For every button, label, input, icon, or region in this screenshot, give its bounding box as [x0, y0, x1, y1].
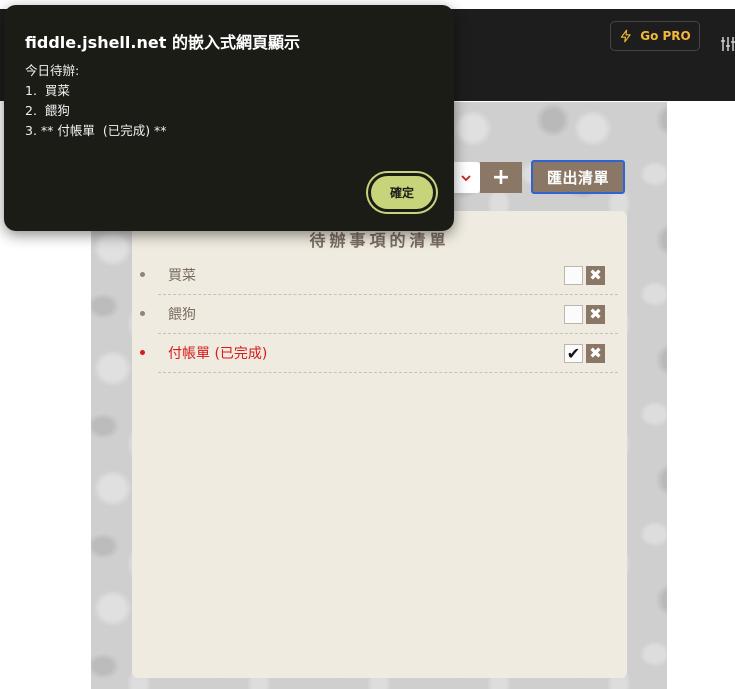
done-checkbox[interactable]	[564, 305, 583, 324]
dialog-line: 2. 餵狗	[25, 103, 70, 118]
todo-list-panel: 待辦事項的清單 買菜 ✖ 餵狗 ✖ 付帳單 (已完成) ✔ ✖	[132, 211, 627, 678]
delete-icon[interactable]: ✖	[586, 266, 605, 285]
export-list-button[interactable]: 匯出清單	[531, 160, 625, 194]
todo-item-label: 餵狗	[168, 307, 196, 323]
category-select[interactable]	[452, 162, 480, 193]
add-item-button[interactable]: +	[480, 162, 522, 193]
go-pro-button[interactable]: Go PRO	[610, 21, 700, 51]
todo-item: 買菜 ✖	[140, 256, 618, 295]
settings-sliders-icon[interactable]	[720, 36, 735, 52]
delete-icon[interactable]: ✖	[586, 344, 605, 363]
bullet-icon	[140, 272, 145, 277]
dialog-message: 今日待辦: 1. 買菜 2. 餵狗 3. ** 付帳單 (已完成) **	[25, 61, 167, 141]
todo-item: 付帳單 (已完成) ✔ ✖	[140, 334, 618, 373]
done-checkbox[interactable]	[564, 266, 583, 285]
bullet-icon	[140, 311, 145, 316]
go-pro-label: Go PRO	[640, 29, 691, 43]
alert-dialog: fiddle.jshell.net 的嵌入式網頁顯示 今日待辦: 1. 買菜 2…	[4, 5, 454, 231]
todo-item-label: 買菜	[168, 268, 196, 284]
todo-item-label: 付帳單 (已完成)	[168, 346, 268, 362]
chevron-down-icon	[461, 174, 471, 181]
delete-icon[interactable]: ✖	[586, 305, 605, 324]
bullet-icon	[140, 350, 145, 355]
done-checkbox[interactable]: ✔	[564, 344, 583, 363]
dialog-line: 3. ** 付帳單 (已完成) **	[25, 123, 167, 138]
ok-button[interactable]: 確定	[368, 173, 436, 212]
dialog-title: fiddle.jshell.net 的嵌入式網頁顯示	[25, 33, 300, 52]
lightning-icon	[620, 29, 631, 43]
dialog-line: 1. 買菜	[25, 83, 70, 98]
todo-item: 餵狗 ✖	[140, 295, 618, 334]
dialog-line: 今日待辦:	[25, 63, 80, 78]
